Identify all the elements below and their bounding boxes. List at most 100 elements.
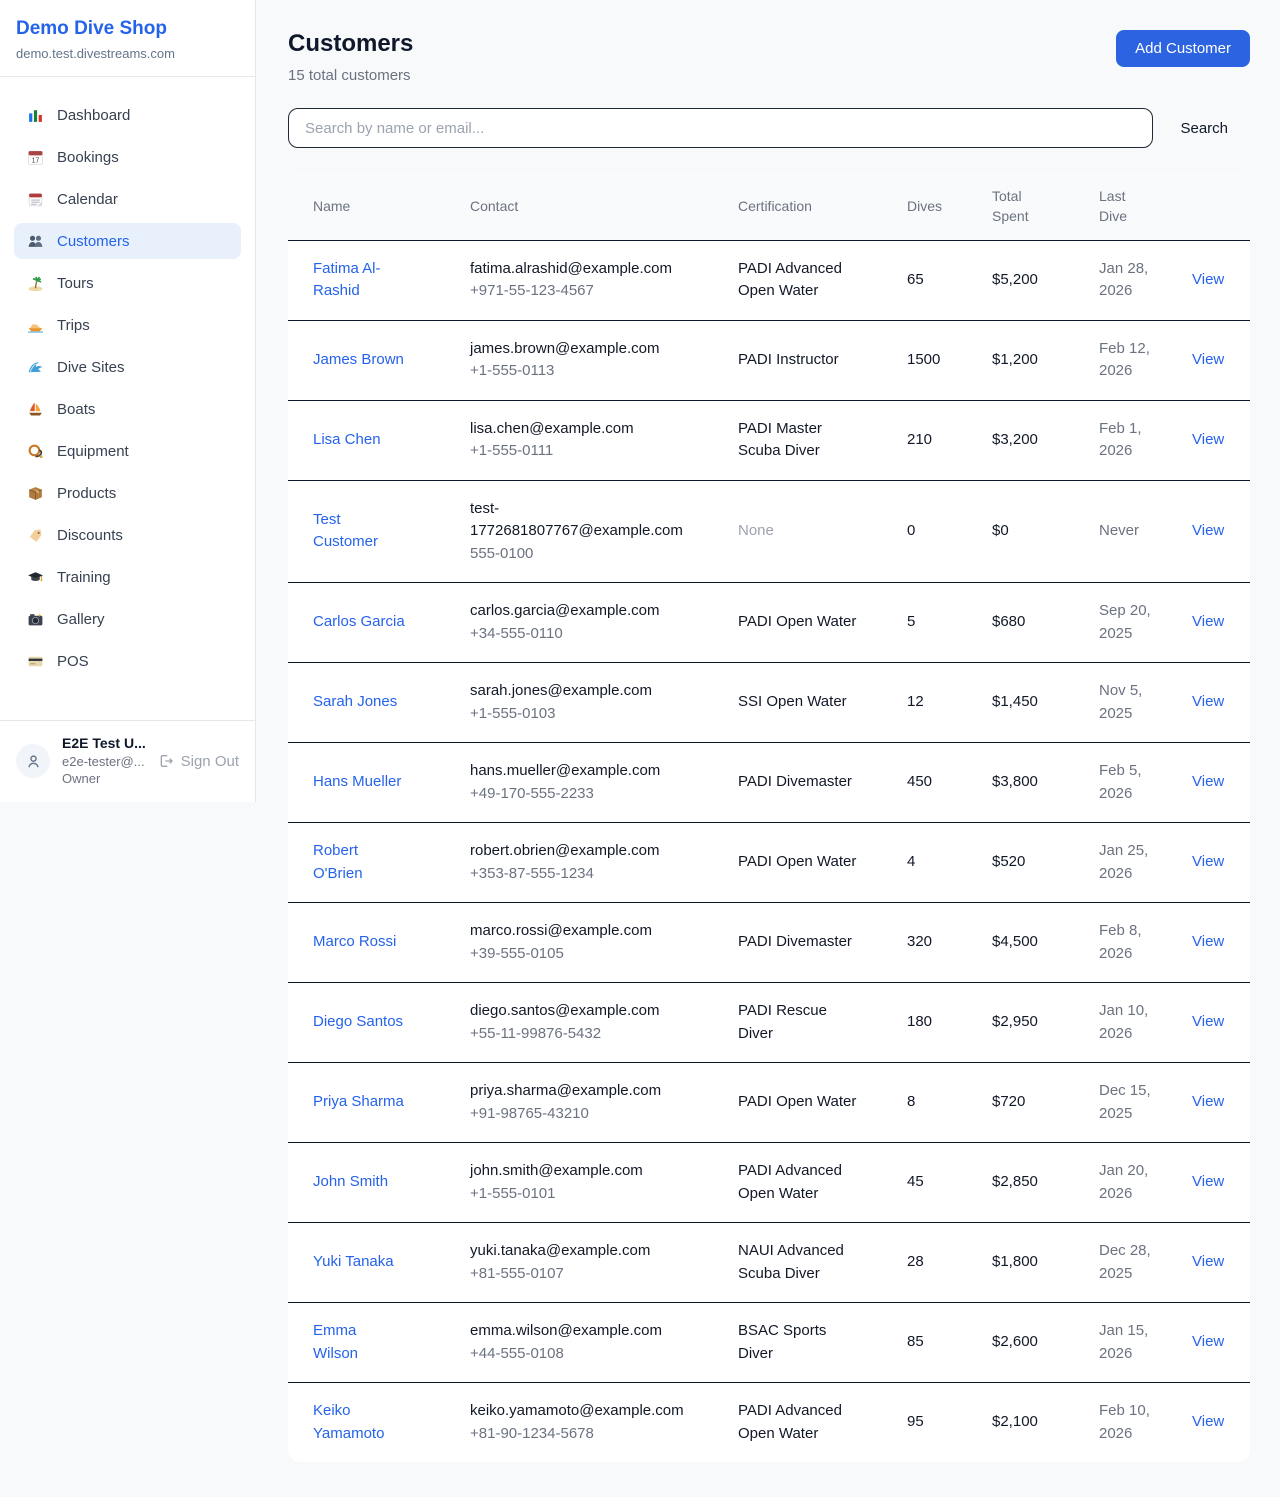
customer-name-link[interactable]: Fatima Al-Rashid: [313, 258, 405, 303]
customer-contact-cell: sarah.jones@example.com +1-555-0103: [458, 663, 726, 743]
view-customer-link[interactable]: View: [1192, 271, 1224, 288]
view-customer-link[interactable]: View: [1192, 1173, 1224, 1190]
sidebar-item-tours[interactable]: Tours: [14, 265, 241, 301]
customer-dives-cell: 65: [895, 240, 980, 320]
customer-name-cell: Keiko Yamamoto: [288, 1383, 458, 1463]
column-header-dives: Dives: [895, 173, 980, 240]
sidebar-header: Demo Dive Shop demo.test.divestreams.com: [0, 0, 255, 77]
column-header-total-spent: Total Spent: [980, 173, 1087, 240]
sidebar-item-dive-sites[interactable]: Dive Sites: [14, 349, 241, 385]
sidebar-item-boats[interactable]: Boats: [14, 391, 241, 427]
view-customer-link[interactable]: View: [1192, 853, 1224, 870]
customer-email: diego.santos@example.com: [470, 1000, 660, 1023]
column-header-certification: Certification: [726, 173, 895, 240]
customer-certification-cell: PADI Open Water: [726, 583, 895, 663]
view-customer-link[interactable]: View: [1192, 933, 1224, 950]
customers-table: Name Contact Certification Dives Total S…: [288, 173, 1250, 1462]
view-customer-link[interactable]: View: [1192, 522, 1224, 539]
customer-certification-cell: PADI Advanced Open Water: [726, 1143, 895, 1223]
customer-name-cell: Sarah Jones: [288, 663, 458, 743]
search-button[interactable]: Search: [1153, 120, 1250, 137]
logout-icon: [158, 753, 174, 769]
customer-total-spent-cell: $2,100: [980, 1383, 1087, 1463]
customer-name-link[interactable]: Diego Santos: [313, 1011, 403, 1034]
customer-dives-cell: 28: [895, 1223, 980, 1303]
customer-certification: PADI Divemaster: [738, 931, 852, 954]
sidebar-item-training[interactable]: Training: [14, 559, 241, 595]
customer-contact-cell: hans.mueller@example.com +49-170-555-223…: [458, 743, 726, 823]
customer-total-spent-cell: $1,800: [980, 1223, 1087, 1303]
view-customer-link[interactable]: View: [1192, 1013, 1224, 1030]
customer-certification: PADI Open Water: [738, 851, 856, 874]
gallery-icon: [26, 610, 44, 628]
view-customer-link[interactable]: View: [1192, 1333, 1224, 1350]
sidebar-item-pos[interactable]: POS: [14, 643, 241, 679]
sidebar-item-bookings[interactable]: 17 Bookings: [14, 139, 241, 175]
sidebar-item-label: Boats: [57, 401, 95, 418]
customer-name-link[interactable]: Keiko Yamamoto: [313, 1400, 405, 1445]
table-row: Lisa Chen lisa.chen@example.com +1-555-0…: [288, 400, 1250, 480]
sidebar-item-discounts[interactable]: Discounts: [14, 517, 241, 553]
sidebar-item-gallery[interactable]: Gallery: [14, 601, 241, 637]
customer-actions-cell: View: [1180, 1143, 1250, 1223]
customer-name-link[interactable]: James Brown: [313, 349, 404, 372]
customer-name-link[interactable]: Hans Mueller: [313, 771, 401, 794]
customer-certification-cell: PADI Rescue Diver: [726, 983, 895, 1063]
view-customer-link[interactable]: View: [1192, 431, 1224, 448]
customer-name-link[interactable]: Emma Wilson: [313, 1320, 405, 1365]
customer-certification: PADI Instructor: [738, 349, 839, 372]
customer-phone: +1-555-0103: [470, 705, 556, 722]
customer-contact-cell: marco.rossi@example.com +39-555-0105: [458, 903, 726, 983]
customer-certification-cell: PADI Divemaster: [726, 743, 895, 823]
sidebar-item-trips[interactable]: Trips: [14, 307, 241, 343]
table-row: Sarah Jones sarah.jones@example.com +1-5…: [288, 663, 1250, 743]
customer-name-link[interactable]: Sarah Jones: [313, 691, 397, 714]
customer-last-dive-cell: Dec 28, 2025: [1087, 1223, 1180, 1303]
customer-actions-cell: View: [1180, 743, 1250, 823]
customer-phone: +1-555-0111: [470, 442, 553, 459]
customer-name-link[interactable]: Robert O'Brien: [313, 840, 405, 885]
sidebar-item-label: Gallery: [57, 611, 105, 628]
table-row: Keiko Yamamoto keiko.yamamoto@example.co…: [288, 1383, 1250, 1463]
customer-name-link[interactable]: Carlos Garcia: [313, 611, 405, 634]
sidebar-item-products[interactable]: Products: [14, 475, 241, 511]
customer-name-cell: Diego Santos: [288, 983, 458, 1063]
view-customer-link[interactable]: View: [1192, 1413, 1224, 1430]
sidebar-item-calendar[interactable]: Calendar: [14, 181, 241, 217]
column-header-contact: Contact: [458, 173, 726, 240]
customer-name-link[interactable]: Yuki Tanaka: [313, 1251, 394, 1274]
customer-actions-cell: View: [1180, 903, 1250, 983]
sign-out-button[interactable]: Sign Out: [158, 753, 239, 770]
view-customer-link[interactable]: View: [1192, 693, 1224, 710]
search-input[interactable]: [288, 108, 1153, 148]
table-row: Hans Mueller hans.mueller@example.com +4…: [288, 743, 1250, 823]
customer-actions-cell: View: [1180, 1223, 1250, 1303]
customer-email: hans.mueller@example.com: [470, 760, 660, 783]
sidebar-item-label: Training: [57, 569, 111, 586]
view-customer-link[interactable]: View: [1192, 613, 1224, 630]
view-customer-link[interactable]: View: [1192, 1093, 1224, 1110]
customer-name-link[interactable]: Lisa Chen: [313, 429, 381, 452]
customer-actions-cell: View: [1180, 1063, 1250, 1143]
add-customer-button[interactable]: Add Customer: [1116, 30, 1250, 67]
customer-name-link[interactable]: John Smith: [313, 1171, 388, 1194]
customer-phone: +44-555-0108: [470, 1345, 564, 1362]
sign-out-label: Sign Out: [181, 753, 239, 770]
sidebar-item-customers[interactable]: Customers: [14, 223, 241, 259]
view-customer-link[interactable]: View: [1192, 773, 1224, 790]
customer-dives-cell: 12: [895, 663, 980, 743]
sidebar-item-equipment[interactable]: Equipment: [14, 433, 241, 469]
table-header-row: Name Contact Certification Dives Total S…: [288, 173, 1250, 240]
customer-last-dive-cell: Jan 15, 2026: [1087, 1303, 1180, 1383]
sidebar-item-label: Calendar: [57, 191, 118, 208]
sidebar-item-dashboard[interactable]: Dashboard: [14, 97, 241, 133]
view-customer-link[interactable]: View: [1192, 351, 1224, 368]
customer-name-link[interactable]: Marco Rossi: [313, 931, 396, 954]
customer-total-spent-cell: $2,600: [980, 1303, 1087, 1383]
customer-name-link[interactable]: Test Customer: [313, 509, 405, 554]
customer-name-link[interactable]: Priya Sharma: [313, 1091, 404, 1114]
customer-email: keiko.yamamoto@example.com: [470, 1400, 684, 1423]
customer-contact-cell: priya.sharma@example.com +91-98765-43210: [458, 1063, 726, 1143]
customer-certification-cell: None: [726, 480, 895, 583]
view-customer-link[interactable]: View: [1192, 1253, 1224, 1270]
